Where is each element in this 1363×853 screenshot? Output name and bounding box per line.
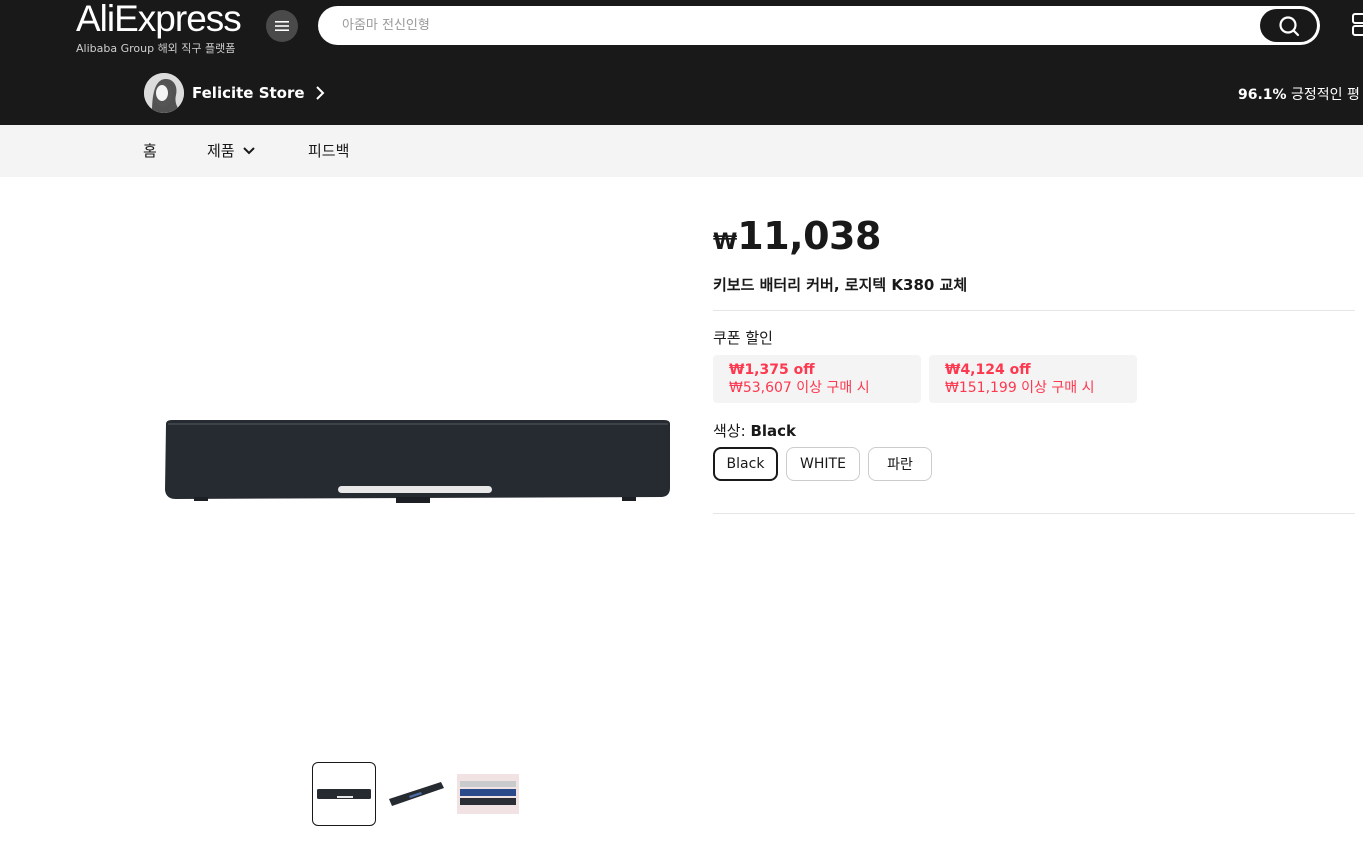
rating-percent: 96.1% bbox=[1238, 87, 1287, 103]
color-option-white[interactable]: WHITE bbox=[786, 447, 860, 481]
color-label-text: 색상: bbox=[713, 422, 751, 440]
coupon-off: ₩4,124 off bbox=[945, 362, 1031, 378]
color-option-black[interactable]: Black bbox=[713, 447, 778, 481]
coupon-condition: ₩53,607 이상 구매 시 bbox=[729, 380, 870, 396]
logo-text: AliExpress bbox=[76, 0, 242, 39]
store-rating: 96.1% 긍정적인 평 bbox=[1238, 84, 1360, 104]
coupon-2[interactable]: ₩4,124 off ₩151,199 이상 구매 시 bbox=[929, 355, 1137, 403]
logo-subtitle: Alibaba Group 해외 직구 플랫폼 bbox=[76, 42, 236, 55]
store-avatar bbox=[144, 73, 184, 113]
nav-home-label: 홈 bbox=[143, 142, 157, 160]
thumbnail-3[interactable] bbox=[456, 762, 520, 826]
coupon-label: 쿠폰 할인 bbox=[713, 329, 773, 347]
nav-products-label: 제품 bbox=[207, 142, 235, 160]
price-value: 11,038 bbox=[737, 214, 881, 258]
search-button[interactable] bbox=[1260, 9, 1317, 42]
search-input[interactable] bbox=[342, 6, 1242, 45]
thumbnail-1[interactable] bbox=[312, 762, 376, 826]
menu-button[interactable] bbox=[266, 10, 298, 42]
coupon-condition: ₩151,199 이상 구매 시 bbox=[945, 380, 1095, 396]
store-link[interactable]: Felicite Store bbox=[144, 73, 325, 113]
coupon-1[interactable]: ₩1,375 off ₩53,607 이상 구매 시 bbox=[713, 355, 921, 403]
search-icon bbox=[1278, 15, 1299, 36]
divider bbox=[713, 310, 1355, 311]
color-option-label: 파란 bbox=[887, 457, 913, 473]
color-option-label: Black bbox=[726, 456, 765, 472]
nav-feedback-label: 피드백 bbox=[308, 142, 350, 160]
product-price: ₩11,038 bbox=[713, 214, 881, 258]
product-title: 키보드 배터리 커버, 로지텍 K380 교체 bbox=[713, 276, 968, 294]
rating-text: 긍정적인 평 bbox=[1291, 87, 1360, 103]
chevron-down-icon bbox=[242, 147, 255, 155]
color-option-blue[interactable]: 파란 bbox=[868, 447, 932, 481]
nav-products[interactable]: 제품 bbox=[207, 125, 255, 177]
image-thumbnails bbox=[312, 762, 528, 826]
color-selected-value: Black bbox=[750, 422, 797, 440]
product-main-image[interactable] bbox=[150, 380, 690, 540]
price-currency: ₩ bbox=[713, 230, 738, 255]
aliexpress-logo[interactable]: AliExpress Alibaba Group 해외 직구 플랫폼 bbox=[76, 0, 242, 56]
category-icon[interactable] bbox=[1352, 12, 1363, 36]
divider bbox=[713, 513, 1355, 514]
chevron-right-icon bbox=[315, 86, 324, 100]
top-header: AliExpress Alibaba Group 해외 직구 플랫폼 아줌마 전… bbox=[0, 0, 1363, 125]
store-name: Felicite Store bbox=[192, 84, 305, 102]
menu-icon bbox=[275, 21, 289, 31]
nav-feedback[interactable]: 피드백 bbox=[308, 125, 349, 177]
thumbnail-2[interactable] bbox=[384, 762, 448, 826]
color-option-label: WHITE bbox=[800, 456, 846, 472]
nav-home[interactable]: 홈 bbox=[143, 125, 157, 177]
store-nav: 홈 제품 피드백 bbox=[0, 125, 1363, 177]
color-label: 색상: Black bbox=[713, 420, 796, 441]
coupon-off: ₩1,375 off bbox=[729, 362, 815, 378]
search-bar bbox=[318, 6, 1320, 45]
